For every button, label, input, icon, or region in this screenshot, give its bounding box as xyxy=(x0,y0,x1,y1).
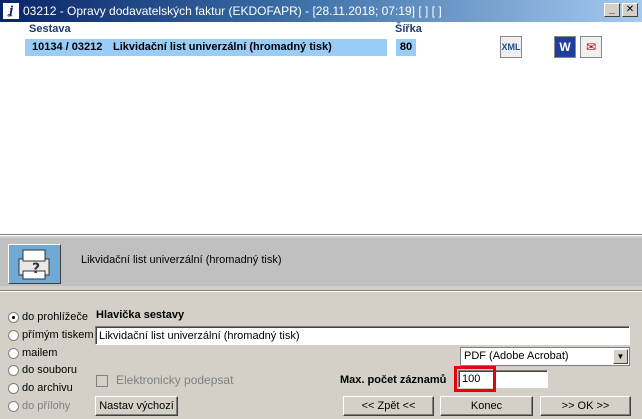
separator xyxy=(0,290,642,292)
sign-checkbox xyxy=(96,374,108,387)
report-code: 10134 / 03212 xyxy=(32,41,103,53)
svg-text:?: ? xyxy=(32,261,40,277)
title-bar: ʝ 03212 - Opravy dodavatelských faktur (… xyxy=(0,0,642,22)
report-description: Likvidační list univerzální (hromadný ti… xyxy=(81,254,282,266)
format-select[interactable]: PDF (Adobe Acrobat) ▼ xyxy=(460,347,630,366)
close-button[interactable]: ✕ xyxy=(622,3,638,17)
radio-icon[interactable] xyxy=(8,364,19,376)
radio-selected-icon[interactable] xyxy=(8,311,19,323)
sign-label: Elektronicky podepsat xyxy=(116,373,234,387)
app-logo-icon: ʝ xyxy=(3,3,19,19)
report-grid: Sestava Šířka 10134 / 03212 Likvidační l… xyxy=(0,22,642,234)
radio-do-prilohy: do přílohy xyxy=(8,400,70,414)
report-description-panel: ? Likvidační list univerzální (hromadný … xyxy=(0,238,642,286)
xml-file-icon[interactable]: XML xyxy=(500,36,522,58)
sign-checkbox-row: Elektronicky podepsat xyxy=(96,373,233,387)
radio-icon[interactable] xyxy=(8,382,19,394)
column-header-sirka: Šířka xyxy=(395,23,422,35)
highlight-annotation xyxy=(454,366,496,392)
printer-icon[interactable]: ? xyxy=(8,244,61,284)
back-button[interactable]: << Zpět << xyxy=(343,396,434,416)
radio-icon xyxy=(8,400,19,412)
end-button[interactable]: Konec xyxy=(440,396,533,416)
radio-icon[interactable] xyxy=(8,329,19,341)
pdf-icon[interactable]: ✉ xyxy=(580,36,602,58)
radio-icon[interactable] xyxy=(8,347,19,359)
word-icon[interactable]: W xyxy=(554,36,576,58)
max-records-label: Max. počet záznamů xyxy=(340,374,447,386)
radio-do-souboru[interactable]: do souboru xyxy=(8,364,77,378)
chevron-down-icon[interactable]: ▼ xyxy=(613,349,628,364)
radio-primym-tiskem[interactable]: přímým tiskem xyxy=(8,329,94,343)
ok-button[interactable]: >> OK >> xyxy=(540,396,631,416)
column-header-sestava: Sestava xyxy=(29,23,71,35)
set-defaults-button[interactable]: Nastav výchozí xyxy=(95,396,178,416)
window-title: 03212 - Opravy dodavatelských faktur (EK… xyxy=(23,4,442,18)
header-text-field[interactable] xyxy=(95,326,630,345)
radio-mailem[interactable]: mailem xyxy=(8,347,57,361)
header-label: Hlavička sestavy xyxy=(96,309,185,321)
radio-do-prohlizece[interactable]: do prohlížeče xyxy=(8,311,88,325)
report-width: 80 xyxy=(396,39,416,56)
radio-do-archivu[interactable]: do archivu xyxy=(8,382,73,396)
report-name: Likvidační list univerzální (hromadný ti… xyxy=(113,41,332,53)
separator xyxy=(0,234,642,236)
minimize-button[interactable]: _ xyxy=(604,3,620,17)
